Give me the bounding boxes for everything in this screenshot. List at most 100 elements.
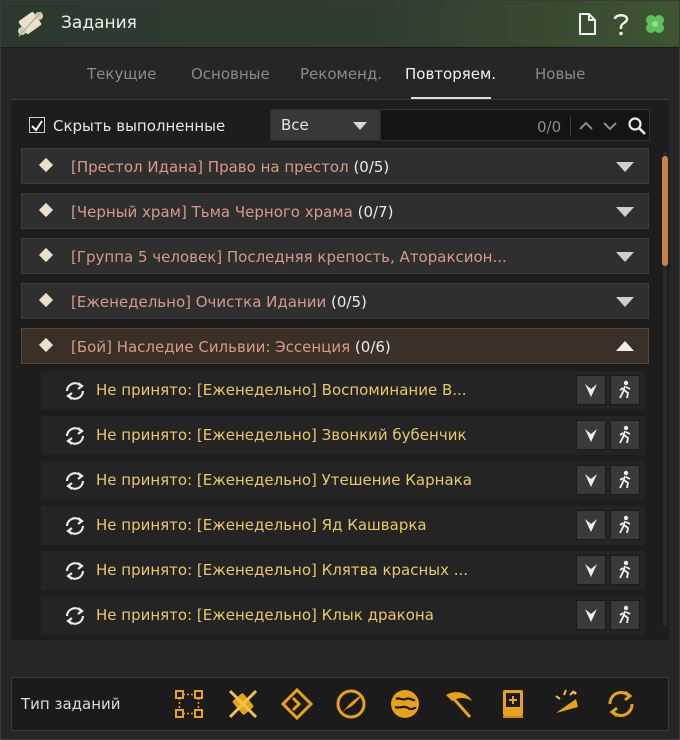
diamond-icon (38, 292, 54, 308)
walking-man-icon (619, 425, 631, 444)
track-quest-button[interactable] (576, 555, 606, 585)
quest-group-row[interactable]: [Черный храм] Тьма Черного храма (0/7) (21, 193, 649, 229)
question-icon (613, 14, 629, 36)
pin-arrow-icon (585, 564, 597, 577)
document-button[interactable] (575, 12, 599, 36)
subquest-row[interactable]: Не принято: [Еженедельно] Яд Кашварка (41, 506, 645, 545)
diamond-icon (38, 202, 54, 218)
tab-repeatable[interactable]: Повторяем. (405, 65, 496, 83)
tab-main[interactable]: Основные (191, 65, 270, 83)
subquest-row[interactable]: Не принято: [Еженедельно] Утешение Карна… (41, 461, 645, 500)
quest-group-count: (0/5) (353, 158, 390, 176)
diamond-icon (38, 157, 54, 173)
pin-arrow-icon (585, 519, 597, 532)
auto-path-button[interactable] (610, 555, 640, 585)
auto-path-button[interactable] (610, 465, 640, 495)
diamond-icon (38, 247, 54, 263)
quest-group-count: (0/6) (354, 338, 391, 356)
quest-group-title: [Бой] Наследие Сильвии: Эссенция (71, 338, 351, 356)
subquest-text: Не принято: [Еженедельно] Воспоминание В… (96, 381, 467, 399)
expand-arrow-icon[interactable] (616, 207, 634, 217)
clover-button[interactable] (643, 12, 667, 36)
book-icon[interactable] (496, 687, 530, 721)
walking-man-icon (619, 470, 631, 489)
quest-group-title: [Черный храм] Тьма Черного храма (71, 203, 353, 221)
subquest-text: Не принято: [Еженедельно] Утешение Карна… (96, 471, 472, 489)
quest-group-row-expanded[interactable]: [Бой] Наследие Сильвии: Эссенция (0/6) (21, 328, 649, 364)
check-icon (31, 120, 43, 132)
dropdown-value: Все (281, 116, 309, 134)
quest-group-title: [Группа 5 человек] Последняя крепость, А… (71, 248, 507, 266)
repeat-icon[interactable] (604, 687, 638, 721)
clover-icon (646, 15, 664, 33)
quest-filter-dropdown[interactable]: Все (270, 109, 380, 141)
expand-arrow-icon[interactable] (616, 162, 634, 172)
scrollbar-thumb[interactable] (662, 156, 668, 266)
subquest-row[interactable]: Не принято: [Еженедельно] Клятва красных… (41, 551, 645, 590)
hide-completed-checkbox[interactable] (29, 117, 45, 133)
search-icon[interactable] (627, 116, 647, 136)
quest-group-count: (0/5) (331, 293, 367, 311)
repeat-icon (65, 427, 85, 445)
walking-man-icon (619, 560, 631, 579)
pin-arrow-icon (585, 429, 597, 442)
chevron-down-icon[interactable] (602, 120, 618, 132)
auto-path-button[interactable] (610, 600, 640, 630)
tab-bar: Текущие Основные Рекоменд. Повторяем. Но… (1, 53, 679, 99)
feather-circle-icon[interactable] (334, 687, 368, 721)
nodes-icon[interactable] (172, 687, 206, 721)
tab-new[interactable]: Новые (535, 65, 585, 83)
track-quest-button[interactable] (576, 465, 606, 495)
repeat-icon (65, 472, 85, 490)
chevron-up-icon[interactable] (578, 120, 594, 132)
quest-group-title: [Еженедельно] Очистка Идании (71, 293, 327, 311)
subquest-row[interactable]: Не принято: [Еженедельно] Воспоминание В… (41, 371, 645, 410)
collapse-arrow-icon[interactable] (616, 341, 634, 351)
quest-group-row[interactable]: [Группа 5 человек] Последняя крепость, А… (21, 238, 649, 274)
window-title: Задания (61, 13, 137, 33)
quest-window: Задания Текущие Основные Рекоменд. Повто… (0, 0, 680, 740)
scythe-icon[interactable] (442, 687, 476, 721)
auto-path-button[interactable] (610, 420, 640, 450)
quest-type-bar: Тип заданий (11, 677, 669, 731)
track-quest-button[interactable] (576, 510, 606, 540)
diamond-icon (38, 337, 54, 353)
track-quest-button[interactable] (576, 600, 606, 630)
hide-completed-label: Скрыть выполненные (53, 117, 226, 135)
scroll-sword-icon[interactable] (226, 687, 260, 721)
dropdown-arrow-icon (353, 122, 367, 130)
track-quest-button[interactable] (576, 420, 606, 450)
auto-path-button[interactable] (610, 510, 640, 540)
subquest-row[interactable]: Не принято: [Еженедельно] Звонкий бубенч… (41, 416, 645, 455)
auto-path-button[interactable] (610, 375, 640, 405)
diamond-arrow-icon[interactable] (280, 687, 314, 721)
repeat-icon (65, 517, 85, 535)
document-icon (579, 13, 596, 35)
quest-group-row[interactable]: [Еженедельно] Очистка Идании (0/5) (21, 283, 649, 319)
title-bar[interactable]: Задания (1, 1, 679, 48)
search-divider (570, 116, 571, 136)
quest-group-title: [Престол Идана] Право на престол (71, 158, 349, 176)
repeat-icon (65, 382, 85, 400)
pin-arrow-icon (585, 609, 597, 622)
pin-arrow-icon (585, 474, 597, 487)
quest-type-label: Тип заданий (21, 695, 121, 713)
expand-arrow-icon[interactable] (616, 252, 634, 262)
tab-current[interactable]: Текущие (87, 65, 156, 83)
expand-arrow-icon[interactable] (616, 297, 634, 307)
quest-group-count: (0/7) (357, 203, 394, 221)
globe-icon[interactable] (388, 687, 422, 721)
walking-man-icon (619, 380, 631, 399)
horn-icon[interactable] (550, 687, 584, 721)
subquest-row[interactable]: Не принято: [Еженедельно] Клык дракона (41, 596, 645, 635)
help-button[interactable] (609, 12, 633, 36)
search-input[interactable]: 0/0 (380, 109, 650, 141)
quest-group-row[interactable]: [Престол Идана] Право на престол (0/5) (21, 148, 649, 184)
track-quest-button[interactable] (576, 375, 606, 405)
repeat-icon (65, 607, 85, 625)
tab-recommended[interactable]: Рекоменд. (300, 65, 382, 83)
subquest-text: Не принято: [Еженедельно] Яд Кашварка (96, 516, 427, 534)
filter-row: Скрыть выполненные Все 0/0 (11, 108, 669, 142)
search-result-count: 0/0 (537, 118, 562, 136)
walking-man-icon (619, 515, 631, 534)
